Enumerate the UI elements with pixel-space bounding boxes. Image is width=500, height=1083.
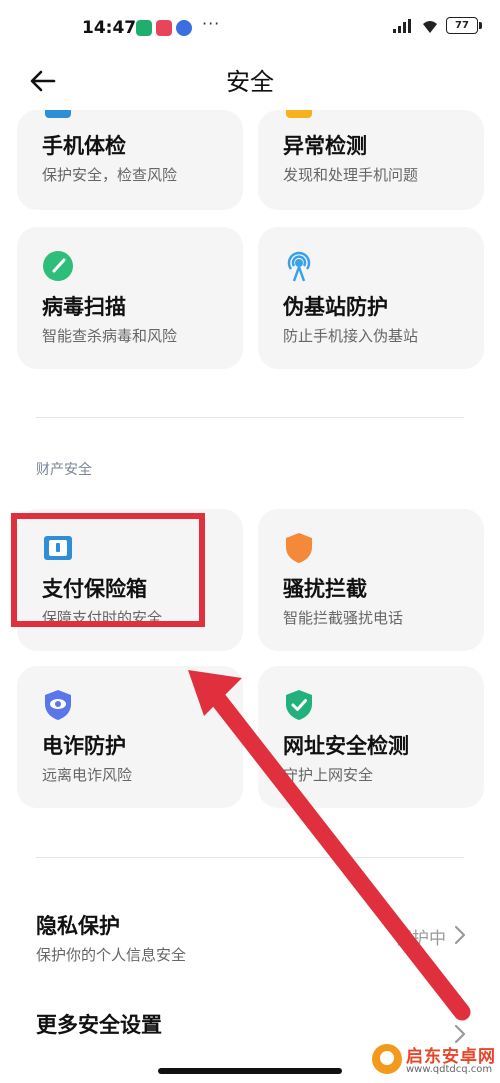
card-subtitle: 保护安全，检查风险 [42, 166, 178, 184]
paw-app-icon [176, 20, 192, 36]
battery-icon: 77 [446, 17, 482, 34]
signal-icon [393, 18, 411, 33]
card-phone-checkup[interactable]: 手机体检 保护安全，检查风险 [17, 110, 243, 210]
card-subtitle: 保障支付时的安全 [42, 609, 163, 627]
card-virus-scan[interactable]: 病毒扫描 智能查杀病毒和风险 [17, 227, 243, 369]
watermark-url: www.qdtdcq.com [406, 1064, 493, 1075]
list-title: 更多安全设置 [36, 1013, 162, 1037]
card-title: 网址安全检测 [283, 734, 409, 758]
card-subtitle: 远离电诈风险 [42, 766, 133, 784]
more-notifications-icon: ··· [202, 14, 221, 33]
card-title: 异常检测 [283, 134, 367, 158]
status-indicators: 77 [392, 17, 482, 34]
card-title: 伪基站防护 [283, 295, 388, 319]
card-title: 病毒扫描 [42, 295, 126, 319]
divider [36, 417, 464, 418]
photo-app-icon [156, 20, 172, 36]
card-fraud-protection[interactable]: 电诈防护 远离电诈风险 [17, 666, 243, 808]
card-subtitle: 智能查杀病毒和风险 [42, 327, 178, 345]
status-bar: 14:47 ··· 77 [0, 0, 500, 58]
card-title: 手机体检 [42, 134, 126, 158]
chevron-right-icon [454, 925, 466, 945]
status-text: 保护中 [395, 929, 446, 949]
card-payment-safe[interactable]: 支付保险箱 保障支付时的安全 [17, 509, 243, 651]
status-time: 14:47 [82, 18, 137, 38]
divider [36, 857, 464, 858]
monitor-icon [45, 110, 71, 118]
card-url-security-check[interactable]: 网址安全检测 守护上网安全 [258, 666, 484, 808]
battery-level: 77 [455, 20, 469, 31]
card-subtitle: 发现和处理手机问题 [283, 166, 419, 184]
safe-box-icon [44, 536, 72, 560]
list-item-privacy[interactable]: 隐私保护 保护你的个人信息安全 保护中 [0, 910, 500, 980]
card-harassment-block[interactable]: 骚扰拦截 智能拦截骚扰电话 [258, 509, 484, 651]
header: 安全 [0, 58, 500, 108]
home-indicator[interactable] [158, 1068, 342, 1074]
card-subtitle: 智能拦截骚扰电话 [283, 609, 404, 627]
page-title: 安全 [226, 68, 274, 96]
card-subtitle: 守护上网安全 [283, 766, 374, 784]
section-label-finance-security: 财产安全 [36, 462, 92, 478]
card-anomaly-detection[interactable]: 异常检测 发现和处理手机问题 [258, 110, 484, 210]
warning-icon [286, 110, 312, 118]
list-subtitle: 保护你的个人信息安全 [36, 946, 187, 964]
signal-tower-icon [287, 251, 311, 282]
scan-gauge-icon [43, 251, 73, 281]
eye-shield-icon [45, 690, 71, 720]
check-shield-icon [286, 690, 312, 720]
watermark: 启东安卓网 www.qdtdcq.com [372, 1040, 500, 1082]
card-title: 骚扰拦截 [283, 577, 367, 601]
shield-icon [286, 533, 312, 563]
watermark-logo-icon [372, 1044, 402, 1074]
card-fake-base-station[interactable]: 伪基站防护 防止手机接入伪基站 [258, 227, 484, 369]
wifi-icon [423, 20, 437, 33]
card-title: 电诈防护 [42, 734, 126, 758]
card-subtitle: 防止手机接入伪基站 [283, 327, 419, 345]
list-title: 隐私保护 [36, 914, 120, 938]
shield-app-icon [136, 20, 152, 36]
card-title: 支付保险箱 [42, 577, 147, 601]
